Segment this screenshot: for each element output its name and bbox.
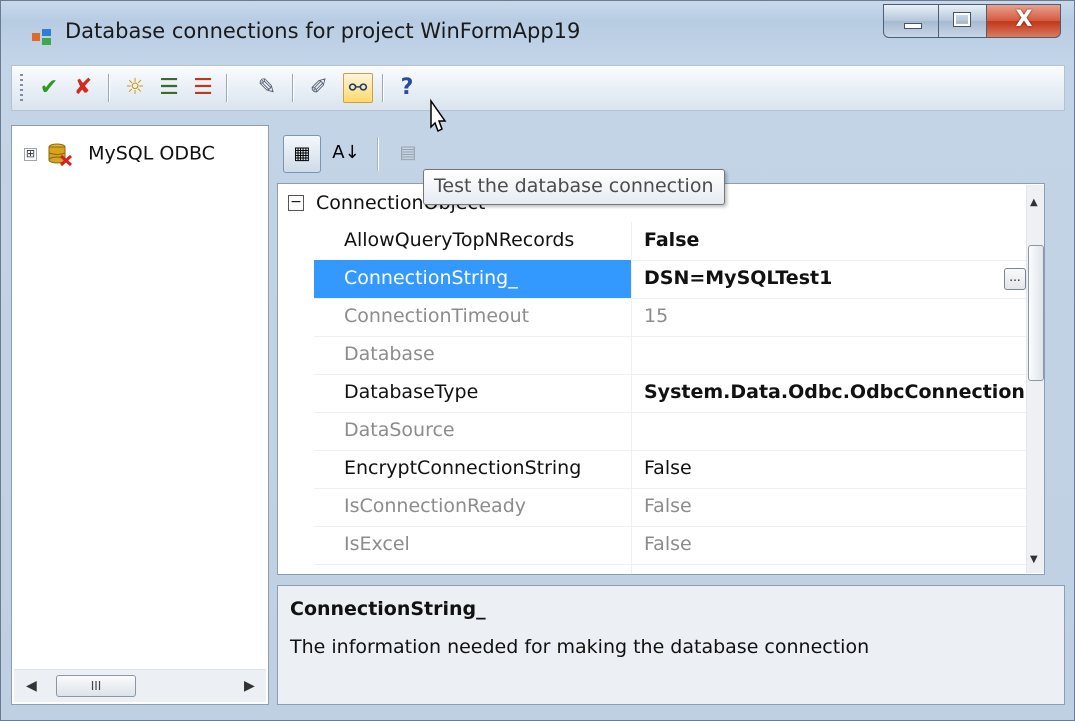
database-connections-window: Database connections for project WinForm…	[0, 0, 1075, 721]
help-button[interactable]: ?	[392, 73, 422, 103]
enable-button[interactable]: ☰	[154, 73, 184, 103]
description-text: The information needed for making the da…	[290, 636, 870, 658]
mouse-pointer-icon	[430, 98, 447, 133]
minimize-button[interactable]	[883, 4, 939, 38]
property-value[interactable]: False	[632, 564, 1044, 574]
close-icon: X	[1015, 7, 1033, 32]
collapse-category-icon[interactable]: −	[288, 195, 304, 211]
property-value[interactable]: False	[632, 222, 1044, 260]
scroll-thumb[interactable]: III	[56, 675, 136, 697]
property-row[interactable]: IsExcel False	[314, 526, 1044, 565]
categorized-view-button[interactable]: ▦	[283, 135, 321, 173]
toolbar-grip[interactable]	[20, 74, 23, 102]
property-name: DatabaseType	[314, 374, 632, 412]
vertical-scrollbar[interactable]: ▲ ▼	[1026, 185, 1044, 573]
property-value[interactable]: DSN=MySQLTest1	[632, 260, 1044, 298]
property-row[interactable]: IsConnectionReady False	[314, 488, 1044, 527]
property-name: AllowQueryTopNRecords	[314, 222, 632, 260]
scroll-right-icon[interactable]: ▶	[244, 678, 255, 694]
main-toolbar: ✔ ✘ ☼ ☰ ☰ ✎ ✐ ⚯ ?	[11, 65, 1065, 111]
description-panel: ConnectionString_ The information needed…	[277, 585, 1065, 705]
property-row[interactable]: ConnectionTimeout 15	[314, 298, 1044, 337]
maximize-button[interactable]	[939, 4, 987, 38]
ellipsis-button[interactable]: ...	[1004, 268, 1026, 290]
property-name: IsExcel	[314, 526, 632, 564]
tree-node-label: MySQL ODBC	[88, 142, 215, 165]
property-name: IsJet	[314, 564, 632, 574]
toolbar-separator	[292, 74, 294, 102]
property-pages-icon: ▤	[399, 142, 417, 163]
property-name: DataSource	[314, 412, 632, 450]
test-connection-button[interactable]: ⚯	[343, 73, 373, 103]
categorized-icon: ▦	[293, 143, 311, 164]
grid-gutter	[278, 222, 314, 574]
new-connection-button[interactable]: ☼	[120, 73, 150, 103]
accept-button[interactable]: ✔	[34, 73, 64, 103]
property-value[interactable]: System.Data.Odbc.OdbcConnection	[632, 374, 1044, 412]
scroll-down-icon[interactable]: ▼	[1030, 554, 1038, 565]
connection-wizard-button[interactable]: ✐	[304, 73, 334, 103]
minimize-icon	[904, 23, 922, 29]
toolbar-separator	[108, 74, 110, 102]
description-title: ConnectionString_	[290, 598, 486, 620]
property-value[interactable]: False	[632, 526, 1044, 564]
help-icon: ?	[400, 75, 414, 100]
checkmark-icon: ✔	[39, 75, 59, 100]
window-title: Database connections for project WinForm…	[65, 19, 581, 43]
property-value[interactable]: False	[632, 450, 1044, 488]
property-row[interactable]: Database	[314, 336, 1044, 375]
plus-expander-icon[interactable]: ⊞	[24, 147, 37, 161]
toolbar-separator	[382, 74, 384, 102]
sort-az-icon: A↓	[332, 142, 360, 163]
property-pages-button[interactable]: ▤	[389, 135, 427, 173]
alphabetical-sort-button[interactable]: A↓	[327, 135, 365, 173]
delete-x-icon: ✘	[73, 75, 93, 100]
scroll-up-icon[interactable]: ▲	[1030, 197, 1038, 208]
magic-wand-icon: ✎	[257, 75, 277, 100]
connections-tree[interactable]: ⊞ MySQL ODBC ◀ III ▶	[11, 125, 269, 705]
lightbulb-icon: ☼	[125, 75, 145, 100]
database-error-icon	[48, 143, 73, 166]
cancel-button[interactable]: ✘	[68, 73, 98, 103]
scroll-left-icon[interactable]: ◀	[26, 678, 37, 694]
maximize-icon	[953, 12, 971, 27]
property-name: ConnectionTimeout	[314, 298, 632, 336]
close-button[interactable]: X	[987, 4, 1061, 38]
property-name: EncryptConnectionString	[314, 450, 632, 488]
list-remove-icon: ☰	[193, 75, 213, 100]
property-row[interactable]: EncryptConnectionString False	[314, 450, 1044, 489]
property-grid[interactable]: − ConnectionObject AllowQueryTopNRecords…	[277, 183, 1045, 575]
wizard-button[interactable]: ✎	[252, 73, 282, 103]
property-value[interactable]: 15	[632, 298, 1044, 336]
property-row[interactable]: ConnectionString_ DSN=MySQLTest1...	[314, 260, 1044, 299]
title-bar[interactable]: Database connections for project WinForm…	[1, 1, 1074, 61]
tooltip: Test the database connection	[423, 169, 725, 205]
property-name: IsConnectionReady	[314, 488, 632, 526]
horizontal-scrollbar[interactable]: ◀ III ▶	[14, 669, 266, 702]
property-value[interactable]	[632, 336, 1044, 374]
magic-wand-sparkle-icon: ✐	[309, 75, 329, 100]
toolbar-separator	[377, 137, 379, 171]
property-name: ConnectionString_	[314, 260, 632, 298]
property-row[interactable]: IsJetFalse	[314, 564, 1044, 574]
property-panel: ▦ A↓ ▤ − ConnectionObject AllowQueryTopN…	[277, 125, 1065, 705]
list-check-icon: ☰	[159, 75, 179, 100]
property-name: Database	[314, 336, 632, 374]
test-connection-icon: ⚯	[348, 76, 368, 101]
scroll-thumb[interactable]	[1028, 245, 1044, 381]
app-grid-icon	[32, 29, 51, 45]
property-row[interactable]: AllowQueryTopNRecords False	[314, 222, 1044, 261]
property-row[interactable]: DatabaseType System.Data.Odbc.OdbcConnect…	[314, 374, 1044, 413]
property-value[interactable]	[632, 412, 1044, 450]
property-value[interactable]: False	[632, 488, 1044, 526]
toolbar-separator	[226, 74, 228, 102]
remove-button[interactable]: ☰	[188, 73, 218, 103]
caption-buttons: X	[883, 4, 1063, 40]
tree-node-mysql-odbc[interactable]: ⊞ MySQL ODBC	[24, 142, 215, 166]
property-row[interactable]: DataSource	[314, 412, 1044, 451]
